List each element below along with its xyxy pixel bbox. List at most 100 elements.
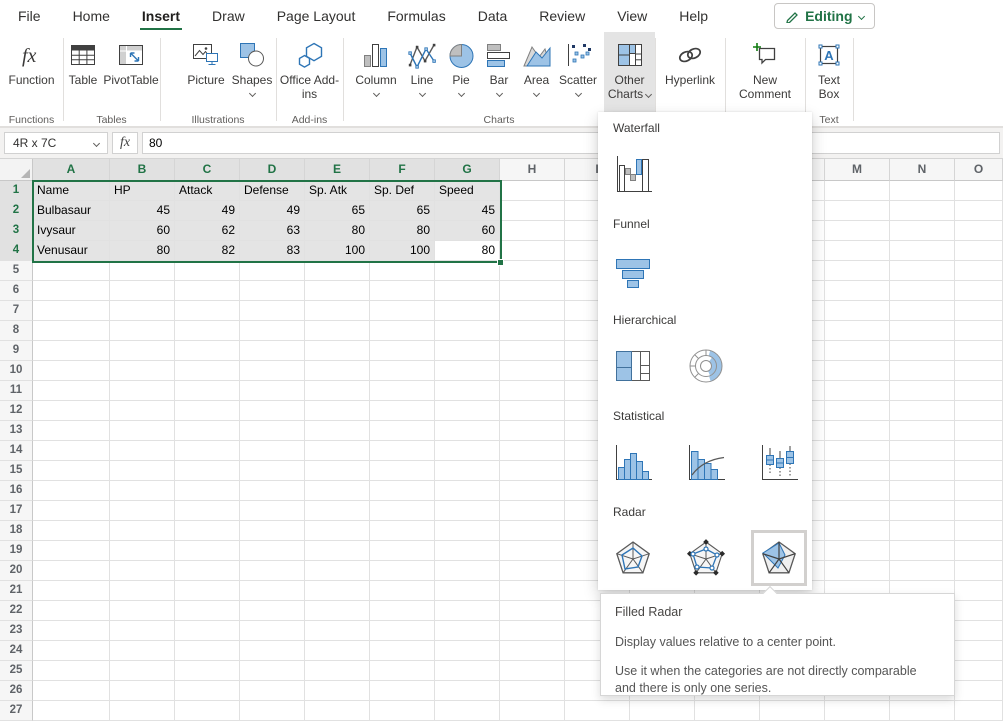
cell-N2[interactable] (890, 201, 955, 221)
cell-E16[interactable] (305, 481, 370, 501)
waterfall-chart-item[interactable] (610, 151, 656, 197)
cell-H23[interactable] (500, 621, 565, 641)
cell-H12[interactable] (500, 401, 565, 421)
cell-F1[interactable]: Sp. Def (370, 181, 435, 201)
cell-F12[interactable] (370, 401, 435, 421)
cell-A26[interactable] (33, 681, 110, 701)
cell-F4[interactable]: 100 (370, 241, 435, 261)
cell-F5[interactable] (370, 261, 435, 281)
cell-G22[interactable] (435, 601, 500, 621)
cell-F24[interactable] (370, 641, 435, 661)
cell-D24[interactable] (240, 641, 305, 661)
cell-E19[interactable] (305, 541, 370, 561)
cell-A22[interactable] (33, 601, 110, 621)
cell-B1[interactable]: HP (110, 181, 175, 201)
cell-H3[interactable] (500, 221, 565, 241)
row-header-20[interactable]: 20 (0, 561, 33, 581)
cell-A23[interactable] (33, 621, 110, 641)
select-all-corner[interactable] (0, 159, 33, 181)
cell-O5[interactable] (955, 261, 1003, 281)
row-header-2[interactable]: 2 (0, 201, 33, 221)
function-button[interactable]: fx Function (6, 32, 58, 112)
cell-O18[interactable] (955, 521, 1003, 541)
cell-E27[interactable] (305, 701, 370, 721)
new-comment-button[interactable]: New Comment (731, 32, 799, 112)
column-header-D[interactable]: D (240, 159, 305, 181)
histogram-chart-item[interactable] (610, 439, 656, 485)
column-header-C[interactable]: C (175, 159, 240, 181)
cell-N7[interactable] (890, 301, 955, 321)
cell-O19[interactable] (955, 541, 1003, 561)
tab-view[interactable]: View (615, 2, 649, 30)
row-header-12[interactable]: 12 (0, 401, 33, 421)
cell-G1[interactable]: Speed (435, 181, 500, 201)
tab-draw[interactable]: Draw (210, 2, 247, 30)
cell-M20[interactable] (825, 561, 890, 581)
cell-A21[interactable] (33, 581, 110, 601)
cell-E1[interactable]: Sp. Atk (305, 181, 370, 201)
cell-N16[interactable] (890, 481, 955, 501)
cell-H6[interactable] (500, 281, 565, 301)
funnel-chart-item[interactable] (610, 247, 656, 293)
cell-C11[interactable] (175, 381, 240, 401)
cell-D25[interactable] (240, 661, 305, 681)
cell-A3[interactable]: Ivysaur (33, 221, 110, 241)
tab-review[interactable]: Review (537, 2, 587, 30)
cell-D7[interactable] (240, 301, 305, 321)
cell-M11[interactable] (825, 381, 890, 401)
cell-M2[interactable] (825, 201, 890, 221)
cell-D16[interactable] (240, 481, 305, 501)
row-header-13[interactable]: 13 (0, 421, 33, 441)
cell-O26[interactable] (955, 681, 1003, 701)
cell-O2[interactable] (955, 201, 1003, 221)
cell-M18[interactable] (825, 521, 890, 541)
cell-N18[interactable] (890, 521, 955, 541)
cell-B5[interactable] (110, 261, 175, 281)
cell-A9[interactable] (33, 341, 110, 361)
cell-B26[interactable] (110, 681, 175, 701)
cell-C19[interactable] (175, 541, 240, 561)
cell-D2[interactable]: 49 (240, 201, 305, 221)
cell-O21[interactable] (955, 581, 1003, 601)
cell-M7[interactable] (825, 301, 890, 321)
cell-G7[interactable] (435, 301, 500, 321)
cell-H11[interactable] (500, 381, 565, 401)
cell-D14[interactable] (240, 441, 305, 461)
radar-markers-chart-item[interactable] (683, 535, 729, 581)
cell-C15[interactable] (175, 461, 240, 481)
cell-N14[interactable] (890, 441, 955, 461)
cell-O12[interactable] (955, 401, 1003, 421)
cell-H19[interactable] (500, 541, 565, 561)
row-header-14[interactable]: 14 (0, 441, 33, 461)
area-chart-button[interactable]: Area (521, 32, 552, 112)
cell-E24[interactable] (305, 641, 370, 661)
cell-B13[interactable] (110, 421, 175, 441)
cell-M1[interactable] (825, 181, 890, 201)
cell-H16[interactable] (500, 481, 565, 501)
cell-M6[interactable] (825, 281, 890, 301)
cell-E22[interactable] (305, 601, 370, 621)
cell-O13[interactable] (955, 421, 1003, 441)
cell-M5[interactable] (825, 261, 890, 281)
cell-C6[interactable] (175, 281, 240, 301)
cell-G14[interactable] (435, 441, 500, 461)
cell-M3[interactable] (825, 221, 890, 241)
table-button[interactable]: Table (64, 32, 102, 112)
cell-C21[interactable] (175, 581, 240, 601)
cell-D10[interactable] (240, 361, 305, 381)
cell-C2[interactable]: 49 (175, 201, 240, 221)
row-header-8[interactable]: 8 (0, 321, 33, 341)
row-header-22[interactable]: 22 (0, 601, 33, 621)
cell-D6[interactable] (240, 281, 305, 301)
cell-D18[interactable] (240, 521, 305, 541)
cell-C22[interactable] (175, 601, 240, 621)
cell-N5[interactable] (890, 261, 955, 281)
cell-A12[interactable] (33, 401, 110, 421)
cell-B19[interactable] (110, 541, 175, 561)
row-header-23[interactable]: 23 (0, 621, 33, 641)
column-header-E[interactable]: E (305, 159, 370, 181)
cell-B17[interactable] (110, 501, 175, 521)
cell-E9[interactable] (305, 341, 370, 361)
cell-A27[interactable] (33, 701, 110, 721)
row-header-1[interactable]: 1 (0, 181, 33, 201)
